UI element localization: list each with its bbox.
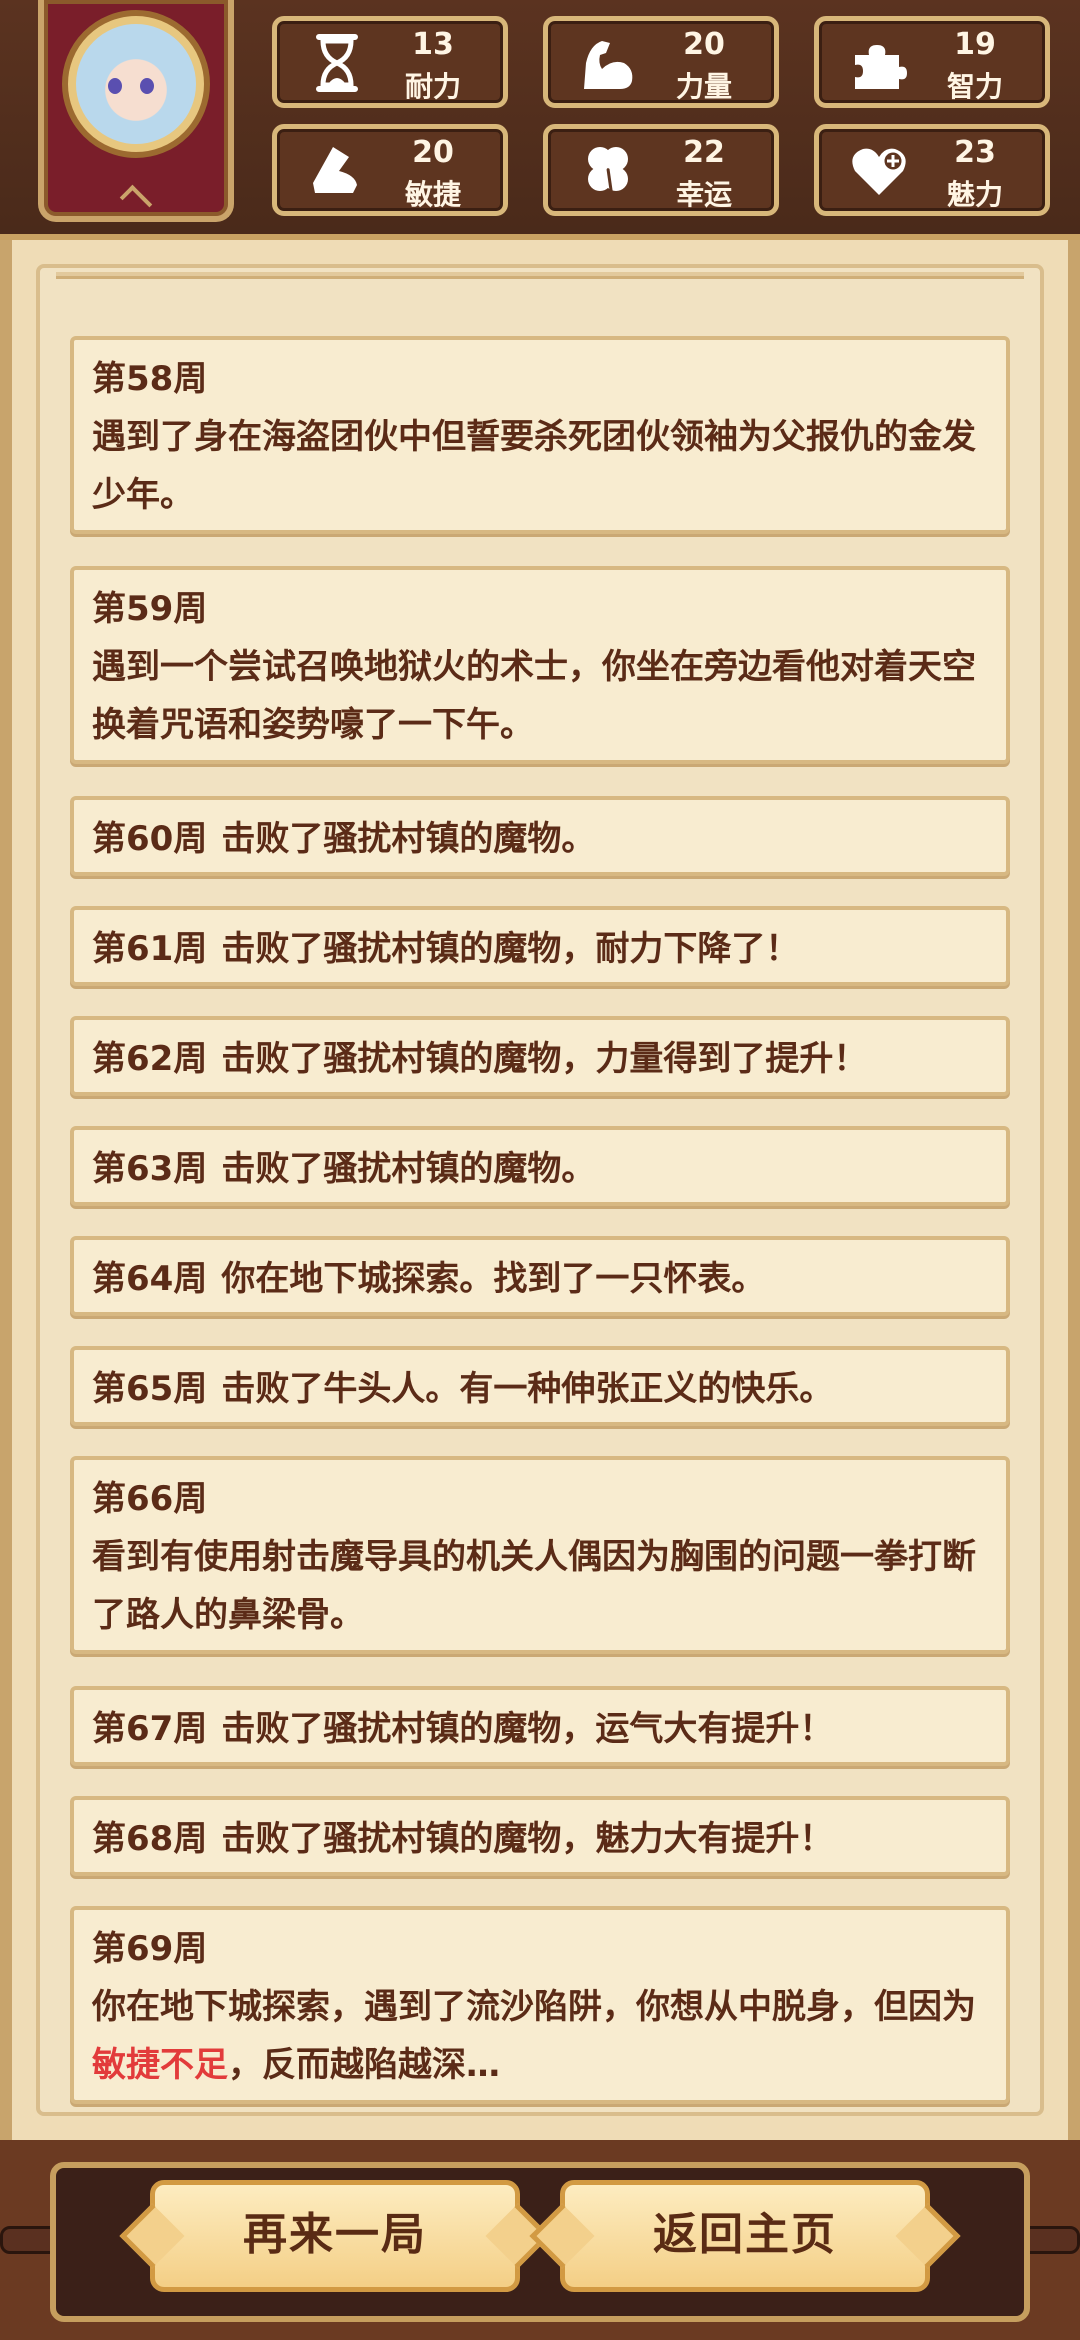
entry-text: 击败了骚扰村镇的魔物，耐力下降了！ [221,929,800,969]
avatar-eye [140,78,154,94]
stat-intelligence: 19 智力 [814,16,1050,108]
stat-stamina: 13 耐力 [272,16,508,108]
stat-value: 20 [412,135,454,170]
week-label: 第64周 [92,1259,208,1299]
log-entry: 第64周 你在地下城探索。找到了一只怀表。 [70,1236,1010,1316]
log-entry: 第62周 击败了骚扰村镇的魔物，力量得到了提升！ [70,1016,1010,1096]
entry-text: 击败了骚扰村镇的魔物，运气大有提升！ [221,1709,834,1749]
week-label: 第59周 [92,589,208,629]
stat-strength: 20 力量 [543,16,779,108]
stat-label: 耐力 [404,70,461,103]
week-label: 第67周 [92,1709,208,1749]
entry-text: 击败了骚扰村镇的魔物。 [221,819,596,859]
entry-text: 你在地下城探索。找到了一只怀表。 [221,1259,766,1299]
log-entry: 第67周 击败了骚扰村镇的魔物，运气大有提升！ [70,1686,1010,1766]
stat-value: 22 [683,135,725,170]
entry-text-before: 你在地下城探索，遇到了流沙陷阱，你想从中脱身，但因为 [92,1987,976,2027]
log-entry: 第58周 遇到了身在海盗团伙中但誓要杀死团伙领袖为父报仇的金发少年。 [70,336,1010,534]
entry-text: 遇到一个尝试召唤地狱火的术士，你坐在旁边看他对着天空换着咒语和姿势嚎了一下午。 [92,647,976,745]
stat-value: 19 [954,27,996,62]
entry-text: 遇到了身在海盗团伙中但誓要杀死团伙领袖为父报仇的金发少年。 [92,417,976,515]
clover-icon [588,147,628,198]
stat-label: 敏捷 [404,178,461,211]
entry-highlight: 敏捷不足 [92,2045,228,2085]
puzzle-icon [855,45,907,89]
stat-charm: 23 魅力 [814,124,1050,216]
avatar[interactable] [62,10,210,158]
entry-text: 击败了骚扰村镇的魔物。 [221,1149,596,1189]
log-entry: 第61周 击败了骚扰村镇的魔物，耐力下降了！ [70,906,1010,986]
stat-value: 23 [954,135,996,170]
home-button[interactable]: 返回主页 [560,2180,930,2292]
week-label: 第66周 [92,1479,208,1519]
week-label: 第69周 [92,1929,208,1969]
header: 13 耐力 20 力量 19 智力 20 敏捷 22 幸运 23 魅力 [0,0,1080,240]
avatar-eye [108,78,122,94]
muscle-arm-icon [584,41,633,89]
entry-text-after: ，反而越陷越深… [228,2045,500,2085]
boot-icon [313,147,357,193]
stat-label: 力量 [675,70,732,103]
divider [56,272,1024,279]
footer: 再来一局 返回主页 [0,2140,1080,2340]
avatar-frame[interactable] [38,0,234,222]
stat-value: 13 [412,27,454,62]
log-entry: 第60周 击败了骚扰村镇的魔物。 [70,796,1010,876]
stat-luck: 22 幸运 [543,124,779,216]
stat-label: 智力 [946,70,1003,103]
week-label: 第62周 [92,1039,208,1079]
stat-agility: 20 敏捷 [272,124,508,216]
week-label: 第60周 [92,819,208,859]
entry-text: 击败了骚扰村镇的魔物，力量得到了提升！ [221,1039,868,1079]
log-entry: 第65周 击败了牛头人。有一种伸张正义的快乐。 [70,1346,1010,1426]
log-entry: 第69周 你在地下城探索，遇到了流沙陷阱，你想从中脱身，但因为敏捷不足，反而越陷… [70,1906,1010,2104]
stat-label: 魅力 [946,178,1003,211]
week-label: 第65周 [92,1369,208,1409]
chevron-up-icon [119,184,153,218]
heart-plus-icon [852,148,906,195]
week-label: 第63周 [92,1149,208,1189]
stat-value: 20 [683,27,725,62]
hourglass-icon [316,34,358,92]
week-label: 第58周 [92,359,208,399]
entry-text: 看到有使用射击魔导具的机关人偶因为胸围的问题一拳打断了路人的鼻梁骨。 [92,1537,976,1635]
log-entry: 第66周 看到有使用射击魔导具的机关人偶因为胸围的问题一拳打断了路人的鼻梁骨。 [70,1456,1010,1654]
restart-button[interactable]: 再来一局 [150,2180,520,2292]
stat-label: 幸运 [675,178,732,211]
entry-text: 击败了骚扰村镇的魔物，魅力大有提升！ [221,1819,834,1859]
log-entry: 第68周 击败了骚扰村镇的魔物，魅力大有提升！ [70,1796,1010,1876]
log-entry: 第59周 遇到一个尝试召唤地狱火的术士，你坐在旁边看他对着天空换着咒语和姿势嚎了… [70,566,1010,764]
log-entry: 第63周 击败了骚扰村镇的魔物。 [70,1126,1010,1206]
week-label: 第68周 [92,1819,208,1859]
avatar-image [76,24,196,144]
entry-text: 击败了牛头人。有一种伸张正义的快乐。 [221,1369,834,1409]
week-label: 第61周 [92,929,208,969]
